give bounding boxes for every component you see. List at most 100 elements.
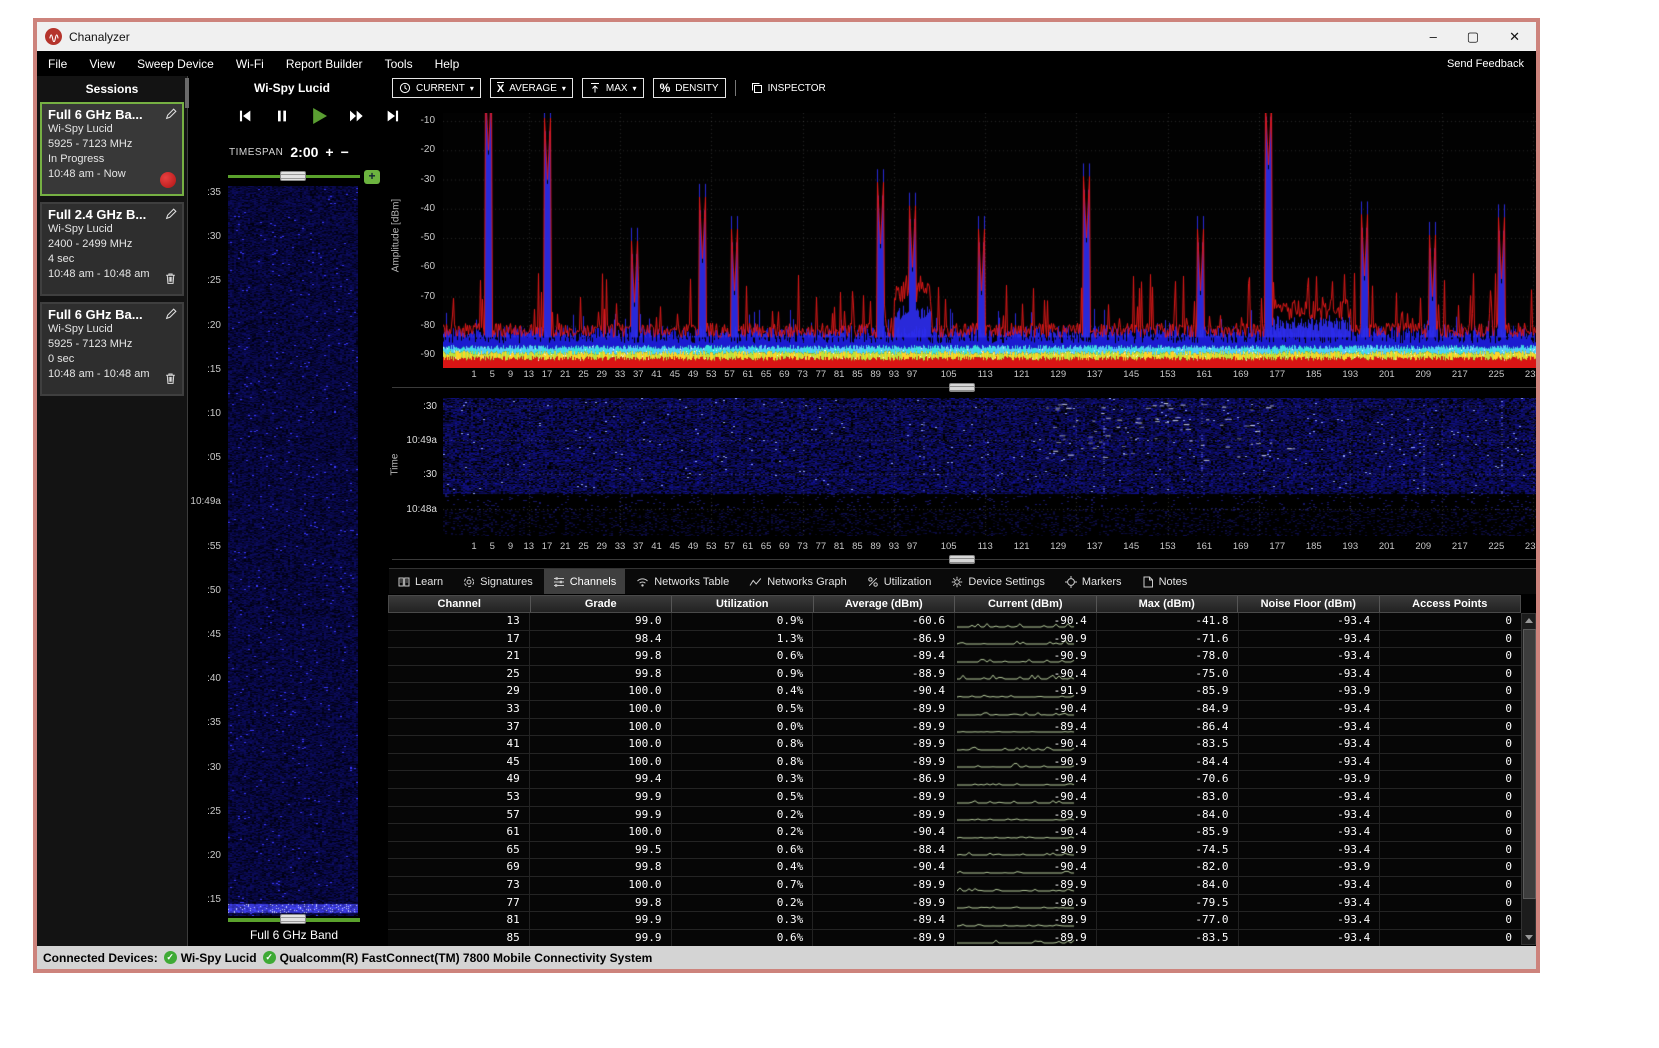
table-row[interactable]: 5799.90.2%-89.9-89.9-84.0-93.40: [388, 807, 1521, 825]
column-header[interactable]: Channel: [389, 596, 531, 612]
amplitude-tick: -30: [421, 174, 435, 186]
session-waterfall-canvas[interactable]: [228, 186, 358, 916]
table-cell: 99.8: [530, 648, 672, 665]
tab-channels[interactable]: Channels: [544, 569, 625, 594]
table-cell: -89.9: [955, 877, 1097, 894]
spectrum-plot-canvas[interactable]: [443, 113, 1536, 368]
column-header[interactable]: Grade: [531, 596, 673, 612]
tab-utilization[interactable]: Utilization: [858, 569, 941, 594]
timespan-decrease-button[interactable]: −: [341, 145, 349, 159]
minimize-button[interactable]: –: [1430, 30, 1437, 43]
table-row[interactable]: 8199.90.3%-89.4-89.9-77.0-93.40: [388, 912, 1521, 930]
trash-icon[interactable]: [164, 372, 177, 390]
menu-help[interactable]: Help: [424, 57, 471, 71]
inspector-button[interactable]: INSPECTOR: [745, 79, 832, 97]
table-cell: 65: [388, 842, 530, 859]
table-cell: 0.3%: [672, 912, 814, 929]
slider-handle[interactable]: [280, 914, 306, 924]
average-view-button[interactable]: X AVERAGE▾: [490, 78, 573, 98]
table-row[interactable]: 6999.80.4%-90.4-90.4-82.0-93.90: [388, 859, 1521, 877]
trash-icon[interactable]: [164, 272, 177, 290]
play-button[interactable]: [308, 106, 330, 126]
column-header[interactable]: Average (dBm): [814, 596, 956, 612]
table-row[interactable]: 1399.00.9%-60.6-90.4-41.8-93.40: [388, 613, 1521, 631]
menu-sweep-device[interactable]: Sweep Device: [126, 57, 225, 71]
maximize-button[interactable]: ▢: [1467, 30, 1479, 43]
table-scrollbar[interactable]: [1521, 613, 1536, 945]
scroll-down-icon[interactable]: [1522, 931, 1535, 944]
column-header[interactable]: Noise Floor (dBm): [1238, 596, 1380, 612]
pencil-icon[interactable]: [165, 107, 178, 125]
table-row[interactable]: 8599.90.6%-89.9-89.9-83.5-93.40: [388, 930, 1521, 946]
table-row[interactable]: 6599.50.6%-88.4-90.9-74.5-93.40: [388, 842, 1521, 860]
wifi-icon: [636, 576, 649, 588]
table-row[interactable]: 33100.00.5%-89.9-90.4-84.9-93.40: [388, 701, 1521, 719]
menu-file[interactable]: File: [37, 57, 78, 71]
table-row[interactable]: 73100.00.7%-89.9-89.9-84.0-93.40: [388, 877, 1521, 895]
pane-splitter-handle[interactable]: [949, 383, 975, 392]
max-view-button[interactable]: MAX▾: [582, 78, 644, 98]
timespan-increase-button[interactable]: +: [325, 145, 333, 159]
tab-notes[interactable]: Notes: [1133, 569, 1197, 594]
tab-signatures[interactable]: Signatures: [454, 569, 542, 594]
table-row[interactable]: 7799.80.2%-89.9-90.9-79.5-93.40: [388, 895, 1521, 913]
waterfall-range-slider-top[interactable]: [228, 173, 360, 180]
skip-start-button[interactable]: [234, 106, 256, 126]
time-tick: :40: [207, 673, 221, 685]
current-view-button[interactable]: CURRENT▾: [392, 78, 481, 98]
pane-splitter-handle-2[interactable]: [949, 555, 975, 564]
pencil-icon[interactable]: [165, 207, 178, 225]
tab-networks-table[interactable]: Networks Table: [627, 569, 738, 594]
channel-tick: 217: [1447, 369, 1473, 380]
menu-report-builder[interactable]: Report Builder: [275, 57, 374, 71]
pause-button[interactable]: [271, 106, 293, 126]
table-row[interactable]: 45100.00.8%-89.9-90.9-84.4-93.40: [388, 754, 1521, 772]
tab-networks-graph[interactable]: Networks Graph: [740, 569, 855, 594]
fast-forward-button[interactable]: [345, 106, 367, 126]
close-button[interactable]: ✕: [1509, 30, 1520, 43]
table-row[interactable]: 2599.80.9%-88.9-90.4-75.0-93.40: [388, 666, 1521, 684]
column-header[interactable]: Utilization: [672, 596, 814, 612]
table-row[interactable]: 29100.00.4%-90.4-91.9-85.9-93.90: [388, 683, 1521, 701]
table-cell: 1.3%: [672, 631, 814, 648]
table-cell: -41.8: [1097, 613, 1239, 630]
session-card-3[interactable]: Full 6 GHz Ba... Wi-Spy Lucid 5925 - 712…: [40, 302, 184, 396]
session-card-2[interactable]: Full 2.4 GHz B... Wi-Spy Lucid 2400 - 24…: [40, 202, 184, 296]
tab-markers[interactable]: Markers: [1056, 569, 1131, 594]
table-row[interactable]: 5399.90.5%-89.9-90.4-83.0-93.40: [388, 789, 1521, 807]
channel-tick: 129: [1045, 369, 1071, 380]
density-view-button[interactable]: % DENSITY: [653, 78, 726, 98]
menu-view[interactable]: View: [78, 57, 126, 71]
scrollbar-thumb[interactable]: [1523, 629, 1536, 899]
table-row[interactable]: 4999.40.3%-86.9-90.4-70.6-93.90: [388, 771, 1521, 789]
panel-splitter[interactable]: [185, 78, 189, 108]
table-row[interactable]: 41100.00.8%-89.9-90.4-83.5-93.40: [388, 736, 1521, 754]
table-row[interactable]: 2199.80.6%-89.4-90.9-78.0-93.40: [388, 648, 1521, 666]
pencil-icon[interactable]: [165, 307, 178, 325]
timespan-control: TIMESPAN 2:00 + −: [229, 144, 349, 160]
send-feedback-link[interactable]: Send Feedback: [1447, 58, 1536, 70]
table-cell: -93.4: [1239, 701, 1381, 718]
column-header[interactable]: Max (dBm): [1097, 596, 1239, 612]
tab-learn[interactable]: Learn: [389, 569, 452, 594]
menu-wifi[interactable]: Wi-Fi: [225, 57, 275, 71]
channels-icon: [553, 576, 565, 588]
table-cell: 0: [1380, 912, 1521, 929]
waterfall-range-slider-bottom[interactable]: [228, 916, 360, 923]
channel-axis-ticks-2: 1591317212529333741454953576165697377818…: [443, 541, 1536, 553]
table-cell: -86.9: [813, 631, 955, 648]
table-row[interactable]: 37100.00.0%-89.9-89.4-86.4-93.40: [388, 719, 1521, 737]
column-header[interactable]: Current (dBm): [955, 596, 1097, 612]
table-cell: 0: [1380, 683, 1521, 700]
skip-end-button[interactable]: [382, 106, 404, 126]
slider-handle[interactable]: [280, 171, 306, 181]
session-card-1[interactable]: Full 6 GHz Ba... Wi-Spy Lucid 5925 - 712…: [40, 102, 184, 196]
tab-device-settings[interactable]: Device Settings: [942, 569, 1053, 594]
table-row[interactable]: 1798.41.3%-86.9-90.9-71.6-93.40: [388, 631, 1521, 649]
column-header[interactable]: Access Points: [1380, 596, 1521, 612]
waterfall-plot-canvas[interactable]: [443, 398, 1536, 536]
add-range-button[interactable]: +: [364, 170, 380, 184]
table-row[interactable]: 61100.00.2%-90.4-90.4-85.9-93.40: [388, 824, 1521, 842]
scroll-up-icon[interactable]: [1522, 614, 1535, 627]
menu-tools[interactable]: Tools: [374, 57, 424, 71]
